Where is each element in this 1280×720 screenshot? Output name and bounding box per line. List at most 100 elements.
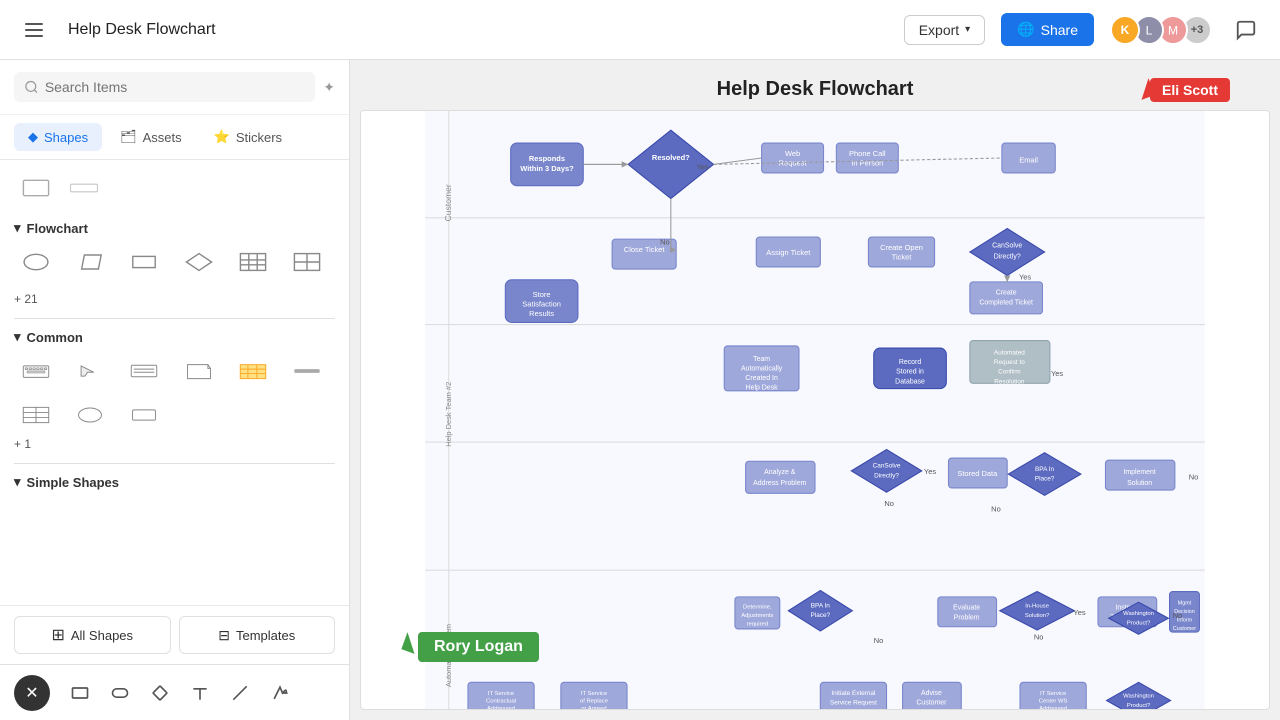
svg-text:required: required — [747, 622, 769, 628]
shape-preview-1[interactable] — [14, 170, 58, 206]
common-shape-ellipse[interactable] — [68, 397, 112, 433]
svg-text:Directly?: Directly? — [994, 253, 1021, 260]
category-simple-shapes[interactable]: ▾ Simple Shapes — [14, 468, 335, 498]
share-label: Share — [1041, 22, 1078, 38]
share-button[interactable]: 🌐 Share — [1001, 13, 1094, 46]
svg-text:Yes: Yes — [924, 467, 936, 476]
search-input-wrap[interactable] — [14, 72, 315, 102]
shapes-tab-icon: ◆ — [28, 129, 38, 145]
svg-text:Ticket: Ticket — [892, 252, 913, 261]
stickers-tab-label: Stickers — [236, 130, 282, 145]
svg-text:Determine,: Determine, — [743, 605, 772, 611]
sidebar-bottom: ⊞ All Shapes ⊟ Templates — [0, 605, 349, 664]
svg-text:BPA In: BPA In — [811, 603, 831, 610]
tab-stickers[interactable]: ⭐ Stickers — [200, 123, 296, 151]
common-shape-keyboard[interactable] — [14, 353, 58, 389]
arrow-tool[interactable] — [262, 675, 298, 711]
flowchart-shape-oval[interactable] — [14, 244, 58, 280]
common-shape-rect2[interactable] — [122, 397, 166, 433]
svg-text:Analyze &: Analyze & — [764, 469, 796, 476]
svg-text:Adjustments: Adjustments — [741, 613, 773, 619]
diamond-tool[interactable] — [142, 675, 178, 711]
stickers-tab-icon: ⭐ — [214, 129, 230, 145]
flowchart-shape-diamond[interactable] — [177, 244, 221, 280]
flowchart-more[interactable]: + 21 — [14, 288, 335, 314]
svg-text:Created In: Created In — [745, 375, 778, 382]
svg-text:Solution: Solution — [1127, 480, 1152, 487]
canvas-area[interactable]: Help Desk Flowchart Customer Help Desk T… — [350, 60, 1280, 720]
svg-text:Center WS: Center WS — [1039, 699, 1068, 705]
rounded-rect-tool[interactable] — [102, 675, 138, 711]
chevron-flowchart-icon: ▾ — [14, 220, 21, 236]
svg-text:Product?: Product? — [1127, 621, 1151, 627]
comment-button[interactable] — [1228, 12, 1264, 48]
svg-text:Within 3 Days?: Within 3 Days? — [520, 164, 574, 173]
svg-text:Yes: Yes — [696, 163, 708, 172]
common-shape-mouse[interactable] — [68, 353, 112, 389]
svg-text:Email: Email — [1019, 155, 1038, 164]
svg-text:Record: Record — [899, 359, 922, 366]
svg-text:Phone Call: Phone Call — [849, 149, 886, 158]
svg-text:Yes: Yes — [1019, 273, 1031, 282]
shape-preview-2[interactable] — [62, 170, 106, 206]
common-more[interactable]: + 1 — [14, 433, 335, 459]
search-input[interactable] — [45, 79, 305, 95]
avatar-1[interactable]: K — [1110, 15, 1140, 45]
document-title[interactable]: Help Desk Flowchart — [68, 21, 888, 39]
topbar: Help Desk Flowchart Export ▾ 🌐 Share K +… — [0, 0, 1280, 60]
common-shape-grid2[interactable] — [14, 397, 58, 433]
search-icon — [24, 79, 39, 95]
svg-text:Directly?: Directly? — [874, 472, 899, 479]
tab-shapes[interactable]: ◆ Shapes — [14, 123, 102, 151]
flowchart-shape-grid[interactable] — [231, 244, 275, 280]
svg-text:Database: Database — [895, 378, 925, 385]
svg-text:Team: Team — [753, 356, 770, 363]
flowchart-shape-parallelogram[interactable] — [68, 244, 112, 280]
common-shape-note[interactable] — [177, 353, 221, 389]
menu-button[interactable] — [16, 12, 52, 48]
svg-text:Confirm: Confirm — [998, 369, 1020, 376]
flowchart-shape-rect[interactable] — [122, 244, 166, 280]
common-shape-table[interactable] — [231, 353, 275, 389]
eli-scott-label: Eli Scott — [1150, 78, 1230, 102]
svg-text:No: No — [1034, 633, 1044, 642]
svg-text:No: No — [1189, 472, 1199, 481]
pin-icon[interactable]: ✦ — [323, 79, 335, 96]
diamond-icon — [150, 683, 170, 703]
tab-assets[interactable]: 🗂 Assets — [106, 123, 196, 151]
common-shape-keyboard2[interactable] — [122, 353, 166, 389]
svg-text:Solution?: Solution? — [1025, 613, 1050, 619]
common-shape-bar[interactable] — [285, 353, 329, 389]
svg-text:Evaluate: Evaluate — [953, 605, 980, 612]
export-button[interactable]: Export ▾ — [904, 15, 986, 45]
svg-text:Addressed: Addressed — [1039, 706, 1067, 709]
svg-text:No: No — [991, 504, 1001, 513]
category-flowchart[interactable]: ▾ Flowchart — [14, 214, 335, 244]
svg-text:IT Service: IT Service — [1040, 691, 1066, 697]
line-tool[interactable] — [222, 675, 258, 711]
svg-text:Customer: Customer — [916, 700, 947, 707]
svg-text:Yes: Yes — [1051, 369, 1063, 378]
svg-text:Automatically: Automatically — [741, 365, 783, 372]
svg-text:Help Desk: Help Desk — [746, 385, 779, 392]
svg-text:No: No — [660, 237, 670, 246]
search-bar: ✦ — [0, 60, 349, 115]
close-button[interactable]: ✕ — [14, 675, 50, 711]
svg-text:Assign Ticket: Assign Ticket — [766, 248, 811, 257]
flowchart-shape-crossgrid[interactable] — [285, 244, 329, 280]
svg-text:Automated: Automated — [994, 349, 1025, 356]
svg-text:No: No — [1173, 611, 1183, 620]
all-shapes-button[interactable]: ⊞ All Shapes — [14, 616, 171, 654]
svg-text:Create Open: Create Open — [880, 243, 923, 252]
svg-text:Yes: Yes — [1073, 608, 1085, 617]
svg-text:Automated System: Automated System — [444, 624, 453, 687]
rect-icon — [70, 683, 90, 703]
category-common[interactable]: ▾ Common — [14, 323, 335, 353]
flowchart-container[interactable]: Customer Help Desk Team #2 Automated Sys… — [360, 110, 1270, 710]
templates-button[interactable]: ⊟ Templates — [179, 616, 336, 654]
shape-tabs: ◆ Shapes 🗂 Assets ⭐ Stickers — [0, 115, 349, 160]
rectangle-tool[interactable] — [62, 675, 98, 711]
svg-text:No: No — [884, 499, 894, 508]
svg-text:In Person: In Person — [851, 158, 883, 167]
text-tool[interactable] — [182, 675, 218, 711]
